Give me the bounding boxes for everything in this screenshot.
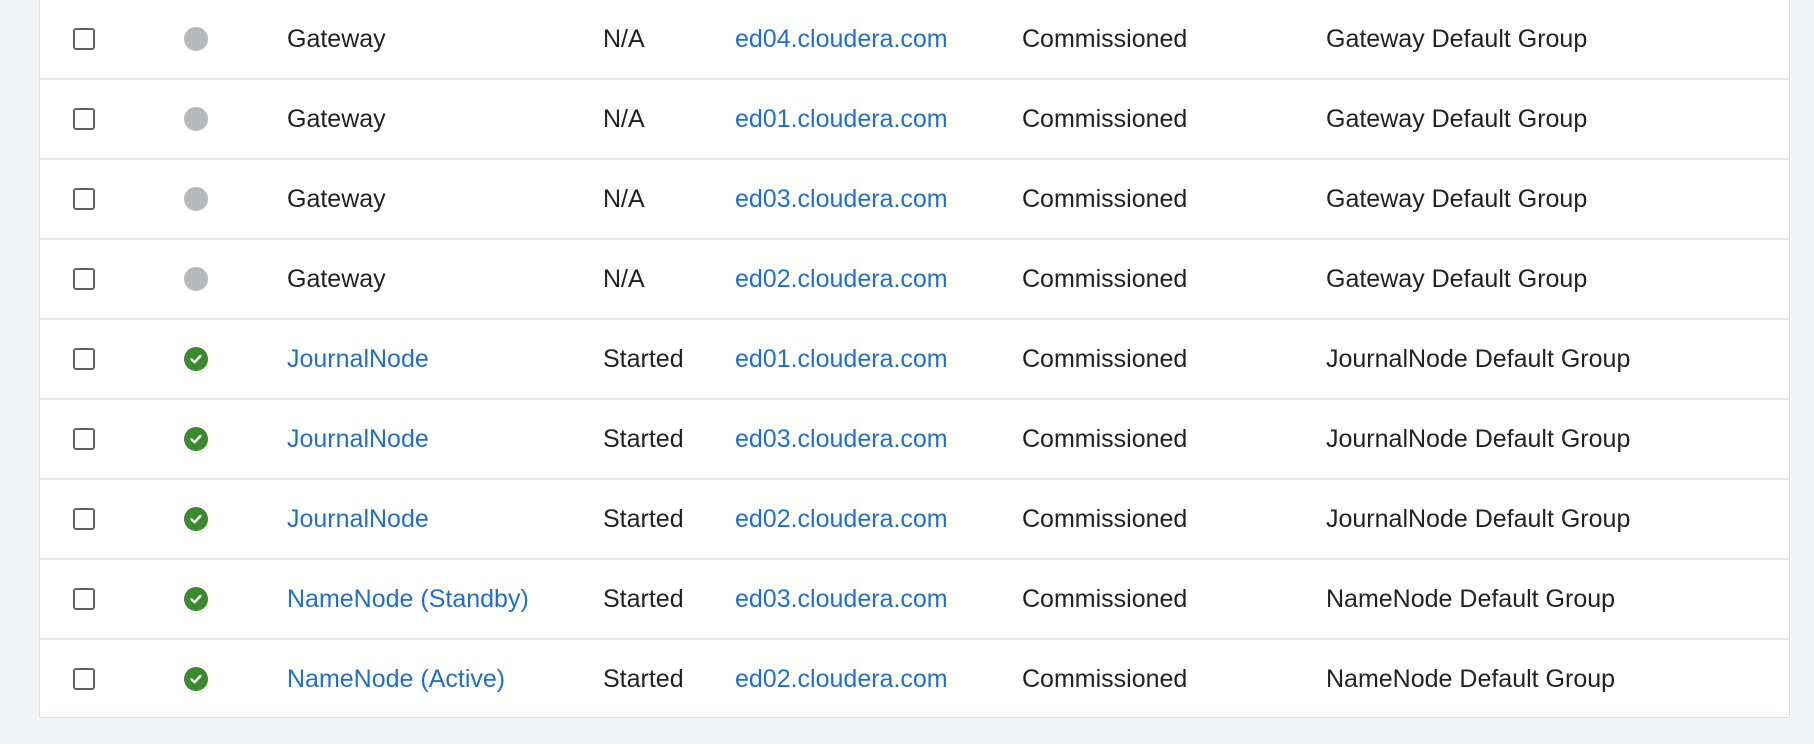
green-check-circle-icon [184,507,208,531]
table-row: JournalNode Started ed03.cloudera.com Co… [40,400,1789,480]
role-link[interactable]: JournalNode [287,320,429,398]
commission-state: Commissioned [1022,504,1188,533]
role-instances-table: Gateway N/A ed04.cloudera.com Commission… [39,0,1790,718]
role-state: N/A [603,104,645,133]
green-check-circle-icon [184,667,208,691]
role-state: Started [603,664,684,693]
gray-circle-icon [184,107,208,131]
green-check-circle-icon [184,587,208,611]
green-check-circle-icon [184,347,208,371]
table-row: Gateway N/A ed02.cloudera.com Commission… [40,240,1789,320]
table-row: Gateway N/A ed03.cloudera.com Commission… [40,160,1789,240]
role-group: JournalNode Default Group [1326,424,1631,453]
role-link[interactable]: NameNode (Standby) [287,560,529,638]
role-state: N/A [603,184,645,213]
gray-circle-icon [184,187,208,211]
commission-state: Commissioned [1022,584,1188,613]
commission-state: Commissioned [1022,344,1188,373]
role-name: Gateway [287,264,386,293]
role-state: N/A [603,264,645,293]
green-check-circle-icon [184,427,208,451]
role-link[interactable]: JournalNode [287,480,429,558]
row-select-checkbox[interactable] [73,28,95,50]
role-name: Gateway [287,184,386,213]
gray-circle-icon [184,267,208,291]
table-row: JournalNode Started ed01.cloudera.com Co… [40,320,1789,400]
commission-state: Commissioned [1022,264,1188,293]
host-link[interactable]: ed01.cloudera.com [735,80,948,158]
host-link[interactable]: ed04.cloudera.com [735,0,948,78]
role-group: Gateway Default Group [1326,104,1588,133]
role-state: Started [603,504,684,533]
role-group: JournalNode Default Group [1326,504,1631,533]
host-link[interactable]: ed02.cloudera.com [735,640,948,718]
row-select-checkbox[interactable] [73,668,95,690]
host-link[interactable]: ed03.cloudera.com [735,400,948,478]
host-link[interactable]: ed02.cloudera.com [735,480,948,558]
host-link[interactable]: ed03.cloudera.com [735,160,948,238]
role-link[interactable]: NameNode (Active) [287,640,505,718]
role-name: Gateway [287,24,386,53]
role-group: Gateway Default Group [1326,184,1588,213]
role-state: Started [603,584,684,613]
role-group: NameNode Default Group [1326,664,1616,693]
row-select-checkbox[interactable] [73,108,95,130]
commission-state: Commissioned [1022,24,1188,53]
commission-state: Commissioned [1022,104,1188,133]
table-row: Gateway N/A ed04.cloudera.com Commission… [40,0,1789,80]
gray-circle-icon [184,27,208,51]
commission-state: Commissioned [1022,424,1188,453]
row-select-checkbox[interactable] [73,428,95,450]
role-state: Started [603,344,684,373]
commission-state: Commissioned [1022,184,1188,213]
row-select-checkbox[interactable] [73,348,95,370]
role-state: N/A [603,24,645,53]
role-group: Gateway Default Group [1326,264,1588,293]
role-group: JournalNode Default Group [1326,344,1631,373]
row-select-checkbox[interactable] [73,188,95,210]
row-select-checkbox[interactable] [73,268,95,290]
role-group: Gateway Default Group [1326,24,1588,53]
role-group: NameNode Default Group [1326,584,1616,613]
host-link[interactable]: ed03.cloudera.com [735,560,948,638]
row-select-checkbox[interactable] [73,508,95,530]
host-link[interactable]: ed02.cloudera.com [735,240,948,318]
table-row: NameNode (Active) Started ed02.cloudera.… [40,640,1789,720]
role-link[interactable]: JournalNode [287,400,429,478]
table-row: NameNode (Standby) Started ed03.cloudera… [40,560,1789,640]
host-link[interactable]: ed01.cloudera.com [735,320,948,398]
row-select-checkbox[interactable] [73,588,95,610]
table-row: Gateway N/A ed01.cloudera.com Commission… [40,80,1789,160]
commission-state: Commissioned [1022,664,1188,693]
table-row: JournalNode Started ed02.cloudera.com Co… [40,480,1789,560]
role-state: Started [603,424,684,453]
role-name: Gateway [287,104,386,133]
